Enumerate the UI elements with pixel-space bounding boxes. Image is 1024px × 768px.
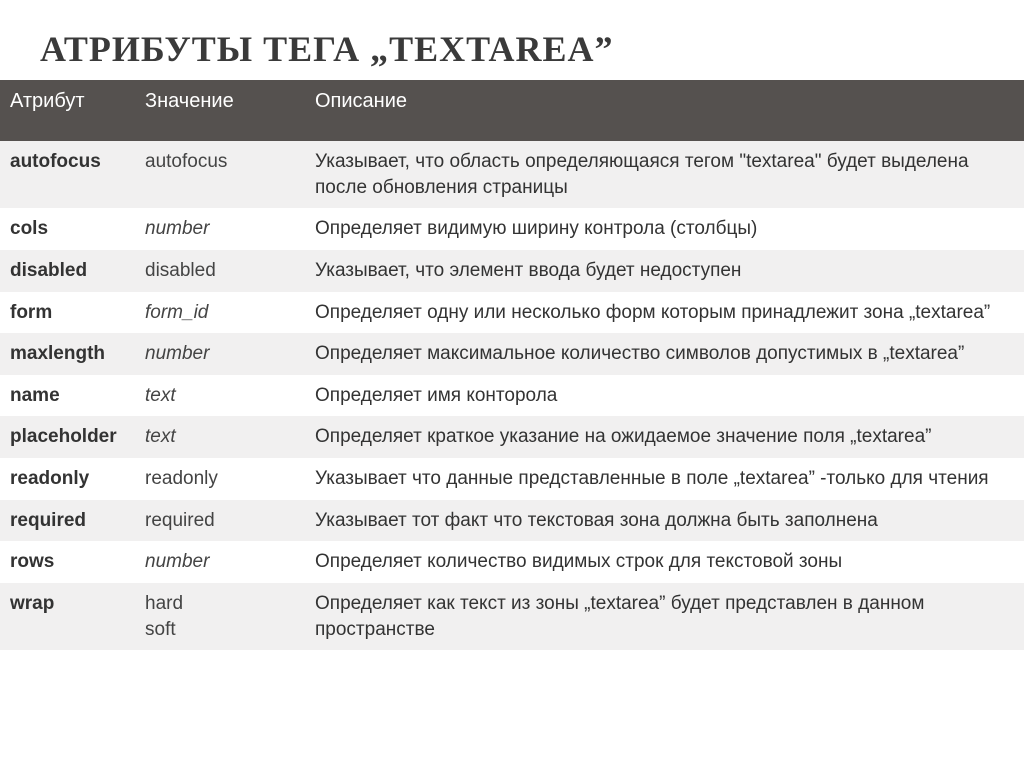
- table-row: requiredrequiredУказывает тот факт что т…: [0, 500, 1024, 542]
- attr-description: Указывает что данные представленные в по…: [305, 458, 1024, 500]
- attr-description: Указывает тот факт что текстовая зона до…: [305, 500, 1024, 542]
- table-row: wraphardsoftОпределяет как текст из зоны…: [0, 583, 1024, 650]
- attr-name: required: [0, 500, 135, 542]
- attr-description: Указывает, что элемент ввода будет недос…: [305, 250, 1024, 292]
- table-row: autofocusautofocusУказывает, что область…: [0, 141, 1024, 208]
- table-row: disableddisabledУказывает, что элемент в…: [0, 250, 1024, 292]
- table-row: rowsnumberОпределяет количество видимых …: [0, 541, 1024, 583]
- attr-value: hardsoft: [135, 583, 305, 650]
- attr-name: maxlength: [0, 333, 135, 375]
- attr-value: form_id: [135, 292, 305, 334]
- attr-description: Определяет максимальное количество симво…: [305, 333, 1024, 375]
- attr-name: name: [0, 375, 135, 417]
- attr-name: rows: [0, 541, 135, 583]
- attr-description: Определяет имя конторола: [305, 375, 1024, 417]
- table-header-row: Атрибут Значение Описание: [0, 80, 1024, 141]
- table-row: colsnumberОпределяет видимую ширину конт…: [0, 208, 1024, 250]
- table-row: formform_idОпределяет одну или несколько…: [0, 292, 1024, 334]
- table-row: placeholdertextОпределяет краткое указан…: [0, 416, 1024, 458]
- attr-value: number: [135, 208, 305, 250]
- page-title: АТРИБУТЫ ТЕГА „TEXTAREA”: [0, 0, 1024, 80]
- attr-name: cols: [0, 208, 135, 250]
- attr-description: Определяет одну или несколько форм котор…: [305, 292, 1024, 334]
- attr-value: number: [135, 541, 305, 583]
- attr-name: placeholder: [0, 416, 135, 458]
- attr-description: Определяет количество видимых строк для …: [305, 541, 1024, 583]
- attr-description: Указывает, что область определяющаяся те…: [305, 141, 1024, 208]
- attr-value: text: [135, 375, 305, 417]
- attr-name: disabled: [0, 250, 135, 292]
- attr-value: text: [135, 416, 305, 458]
- table-row: maxlengthnumberОпределяет максимальное к…: [0, 333, 1024, 375]
- table-row: readonlyreadonlyУказывает что данные пре…: [0, 458, 1024, 500]
- attr-value: number: [135, 333, 305, 375]
- attr-value: readonly: [135, 458, 305, 500]
- attributes-table: Атрибут Значение Описание autofocusautof…: [0, 80, 1024, 650]
- attr-description: Определяет как текст из зоны „textarea” …: [305, 583, 1024, 650]
- col-header-attribute: Атрибут: [0, 80, 135, 141]
- attr-name: form: [0, 292, 135, 334]
- attr-name: wrap: [0, 583, 135, 650]
- attr-value: required: [135, 500, 305, 542]
- attr-value: disabled: [135, 250, 305, 292]
- attr-value: autofocus: [135, 141, 305, 208]
- attr-description: Определяет краткое указание на ожидаемое…: [305, 416, 1024, 458]
- col-header-value: Значение: [135, 80, 305, 141]
- attr-description: Определяет видимую ширину контрола (стол…: [305, 208, 1024, 250]
- attr-name: readonly: [0, 458, 135, 500]
- table-row: nametextОпределяет имя конторола: [0, 375, 1024, 417]
- col-header-description: Описание: [305, 80, 1024, 141]
- attr-name: autofocus: [0, 141, 135, 208]
